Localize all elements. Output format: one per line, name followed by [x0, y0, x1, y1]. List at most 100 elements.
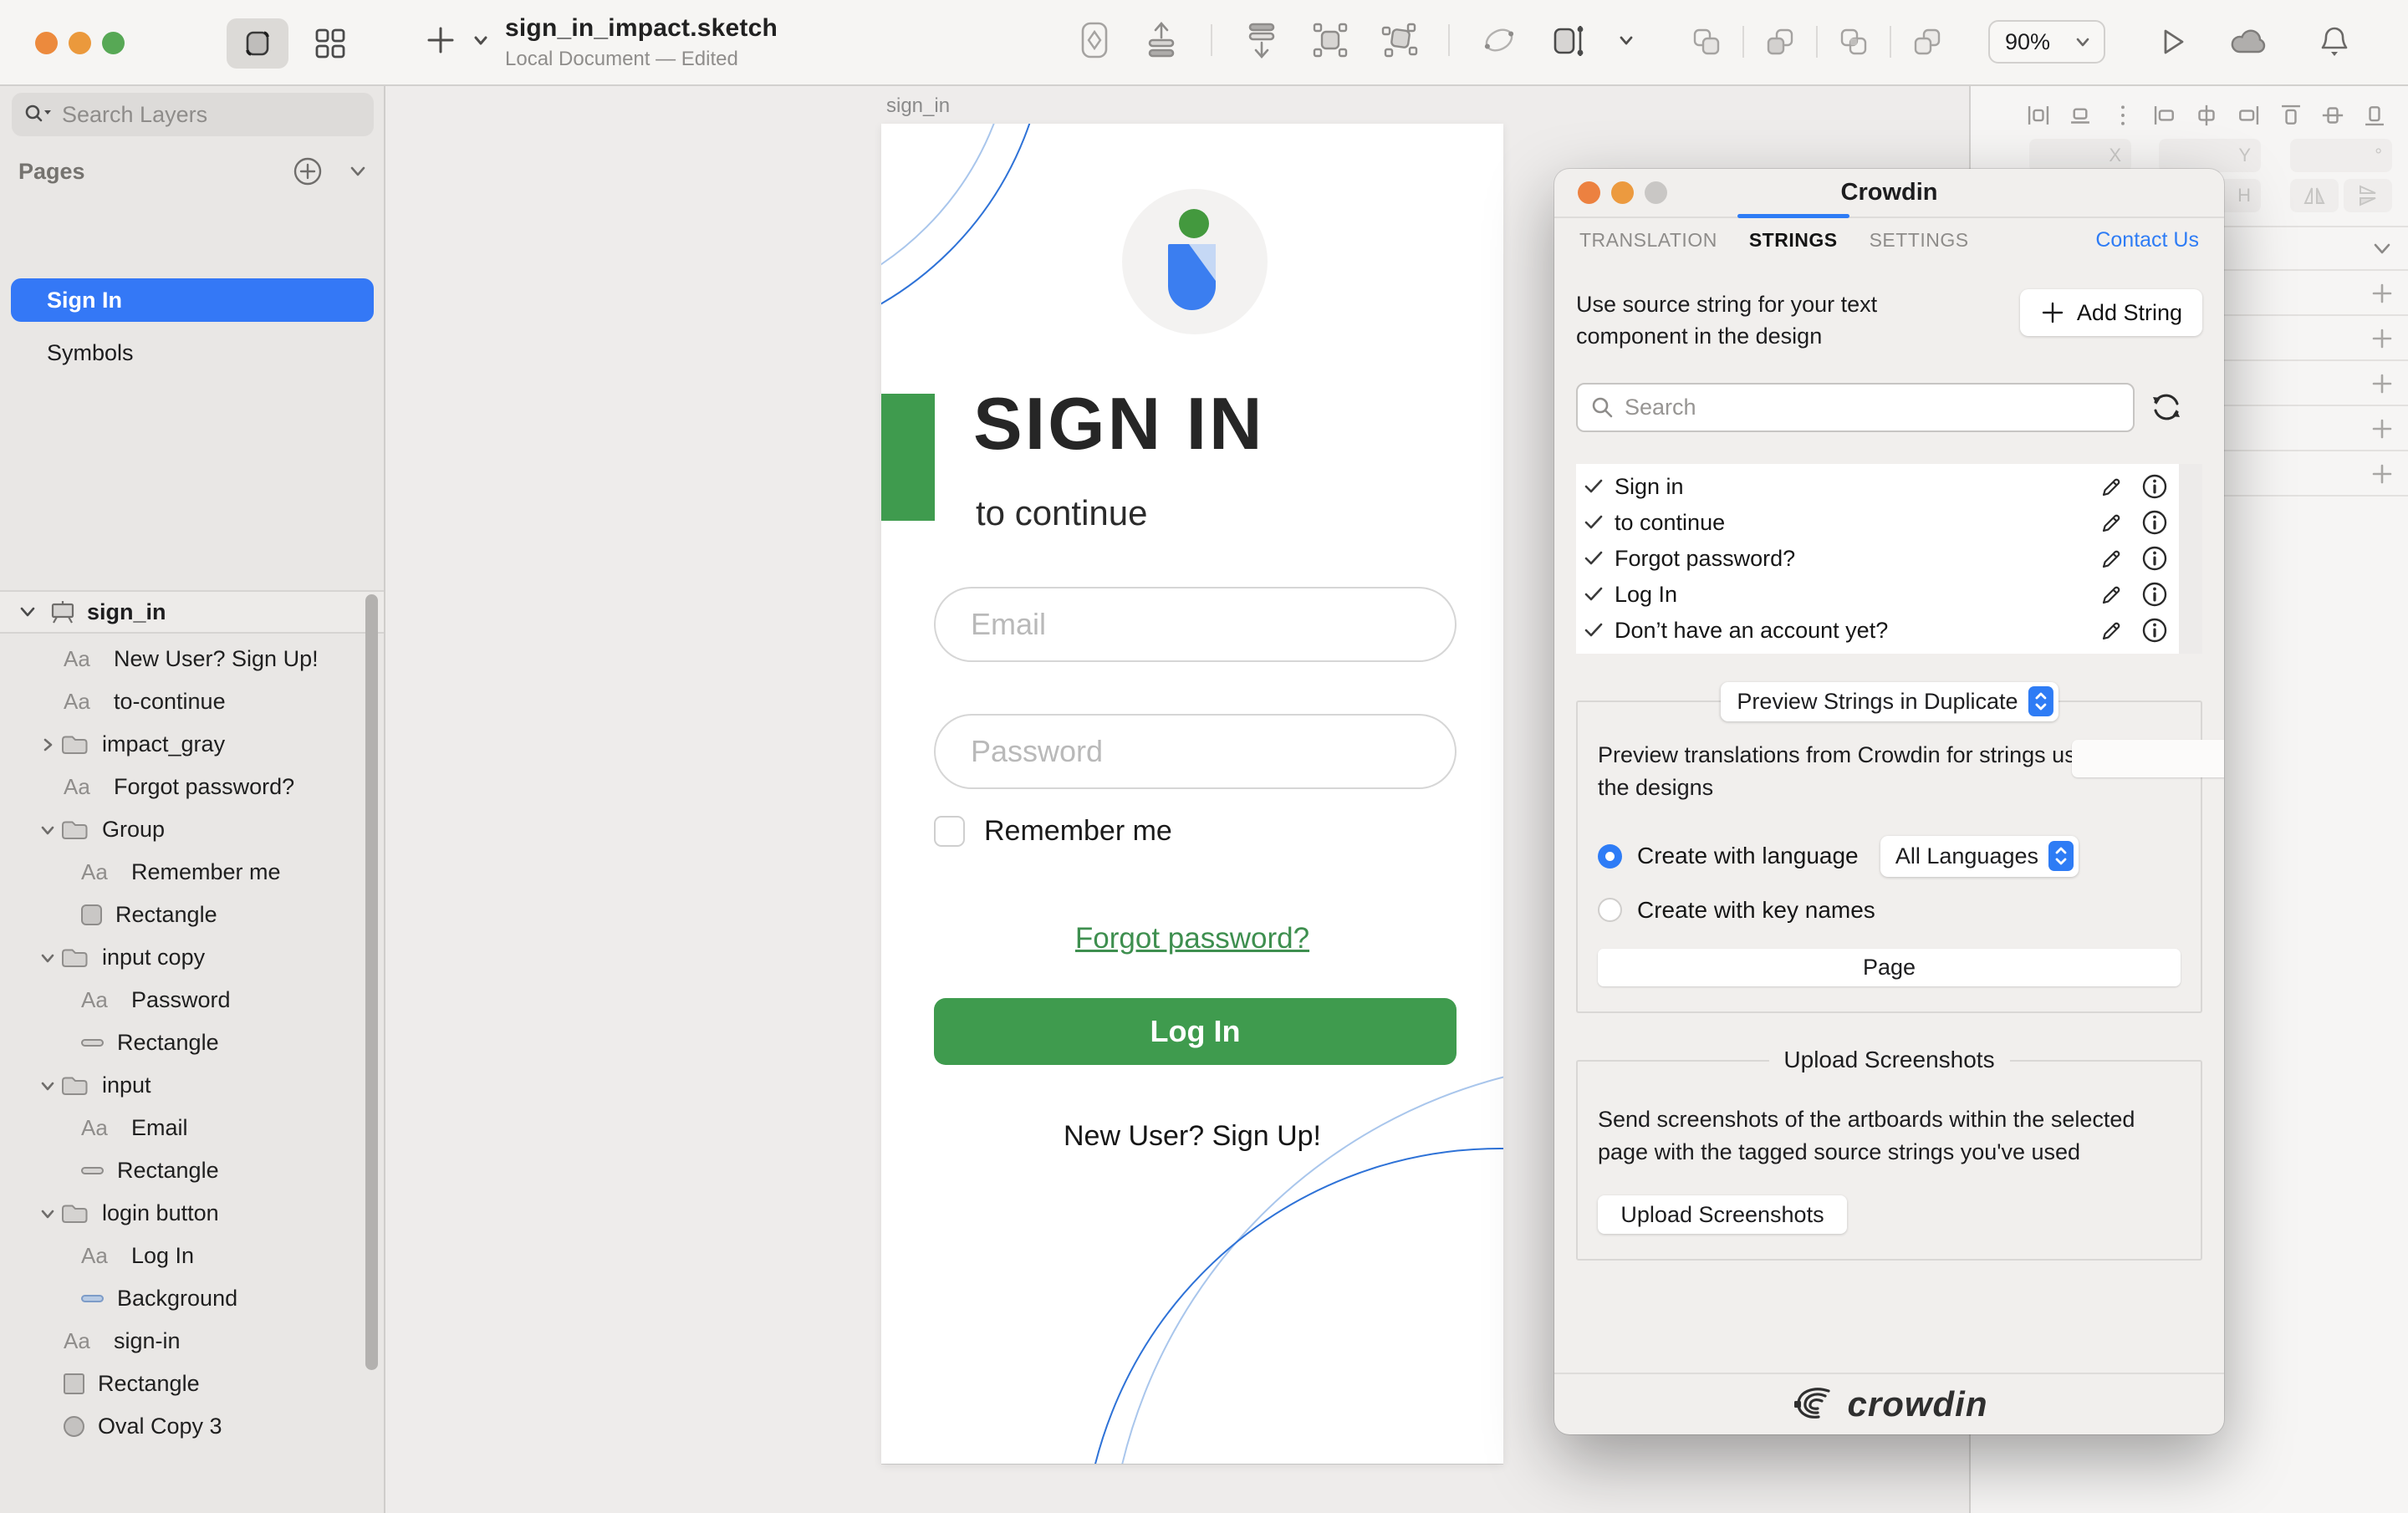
string-row[interactable]: Sign in	[1576, 469, 2202, 505]
flip-horizontal-button[interactable]	[2290, 179, 2339, 212]
ungroup-button[interactable]	[1380, 21, 1418, 59]
sign-up-text[interactable]: New User? Sign Up!	[881, 1120, 1503, 1153]
insert-button[interactable]	[422, 22, 459, 59]
minimize-window-button[interactable]	[1611, 181, 1634, 204]
string-info-button[interactable]	[2140, 616, 2169, 644]
more-options-button[interactable]	[2109, 101, 2137, 130]
preview-play-button[interactable]	[2155, 25, 2189, 59]
string-info-button[interactable]	[2140, 544, 2169, 573]
resize-constraints-button[interactable]	[1548, 21, 1587, 59]
bring-forward-button[interactable]	[1142, 21, 1181, 59]
edit-pencil-icon[interactable]	[2099, 473, 2125, 500]
align-top-button[interactable]	[2277, 101, 2305, 130]
cloud-sync-button[interactable]	[2229, 25, 2271, 59]
layer-row[interactable]: Rectangle	[0, 894, 384, 936]
artboard-title[interactable]: sign_in	[886, 94, 950, 118]
page-item-symbols[interactable]: Symbols	[11, 331, 374, 374]
edit-pencil-icon[interactable]	[2099, 545, 2125, 572]
chevron-down-icon[interactable]	[35, 948, 60, 968]
language-popup[interactable]: All Languages	[1880, 836, 2079, 877]
transform-button[interactable]	[1480, 21, 1518, 59]
string-info-button[interactable]	[2140, 508, 2169, 537]
info-icon[interactable]	[2140, 616, 2169, 644]
layer-row[interactable]: AaRemember me	[0, 851, 384, 894]
x-position-field[interactable]: X	[2029, 139, 2131, 172]
add-style-button[interactable]	[2368, 324, 2396, 353]
chevron-down-icon[interactable]	[35, 1076, 60, 1096]
collapse-section-button[interactable]	[2368, 235, 2396, 263]
artboard[interactable]: SIGN IN to continue Email Password Remem…	[881, 124, 1503, 1464]
log-in-button[interactable]: Log In	[934, 998, 1457, 1065]
layer-row[interactable]: Group	[0, 808, 384, 851]
add-style-button[interactable]	[2368, 279, 2396, 308]
close-window-button[interactable]	[35, 32, 58, 54]
layer-row[interactable]: AaPassword	[0, 979, 384, 1021]
tab-strings[interactable]: STRINGS	[1749, 229, 1838, 252]
info-icon[interactable]	[2140, 544, 2169, 573]
edit-pencil-icon[interactable]	[2099, 509, 2125, 536]
edit-string-button[interactable]	[2099, 617, 2125, 644]
tab-translation[interactable]: TRANSLATION	[1579, 229, 1717, 252]
string-info-button[interactable]	[2140, 472, 2169, 501]
chevron-down-icon[interactable]	[35, 1204, 60, 1224]
canvas-view-toggle[interactable]	[227, 18, 288, 69]
layer-row[interactable]: Background	[0, 1277, 384, 1320]
add-style-button[interactable]	[2368, 460, 2396, 488]
layer-row[interactable]: Rectangle	[0, 1363, 384, 1405]
contact-us-link[interactable]: Contact Us	[2095, 228, 2199, 252]
align-left-button[interactable]	[2150, 101, 2179, 130]
create-with-key-names-radio[interactable]	[1598, 898, 1622, 922]
layer-row[interactable]: Oval Copy 3	[0, 1405, 384, 1448]
layer-row[interactable]: input copy	[0, 936, 384, 979]
search-layers-input[interactable]: Search Layers	[12, 93, 374, 136]
chevron-right-icon[interactable]	[35, 735, 60, 755]
sidebar-scrollbar[interactable]	[365, 594, 378, 1370]
add-page-button[interactable]	[291, 155, 324, 188]
remember-me-checkbox[interactable]	[934, 816, 965, 847]
layer-row[interactable]: impact_gray	[0, 723, 384, 766]
minimize-window-button[interactable]	[69, 32, 91, 54]
rotation-field[interactable]: °	[2290, 139, 2392, 172]
page-item-sign-in[interactable]: Sign In	[11, 278, 374, 322]
notifications-button[interactable]	[2318, 23, 2351, 60]
align-middle-vertical-button[interactable]	[2319, 101, 2347, 130]
boolean-subtract-button[interactable]	[1766, 28, 1794, 56]
string-row[interactable]: Log In	[1576, 577, 2202, 613]
align-bottom-button[interactable]	[2360, 101, 2389, 130]
strings-search-input[interactable]: Search	[1576, 383, 2135, 432]
info-icon[interactable]	[2140, 472, 2169, 501]
resize-menu-chevron[interactable]	[1617, 31, 1635, 49]
edit-pencil-icon[interactable]	[2099, 581, 2125, 608]
y-position-field[interactable]: Y	[2159, 139, 2261, 172]
boolean-difference-button[interactable]	[1913, 28, 1941, 56]
password-field[interactable]: Password	[934, 714, 1457, 789]
string-row[interactable]: to continue	[1576, 505, 2202, 541]
strings-list-scrollbar[interactable]	[2179, 464, 2202, 654]
edit-pencil-icon[interactable]	[2099, 617, 2125, 644]
refresh-strings-button[interactable]	[2148, 389, 2185, 425]
align-right-button[interactable]	[2234, 101, 2263, 130]
edit-string-button[interactable]	[2099, 509, 2125, 536]
info-icon[interactable]	[2140, 580, 2169, 609]
create-symbol-button[interactable]	[1077, 20, 1112, 60]
layer-row[interactable]: Aasign-in	[0, 1320, 384, 1363]
layer-row[interactable]: input	[0, 1064, 384, 1107]
string-info-button[interactable]	[2140, 580, 2169, 609]
distribute-horizontal-button[interactable]	[2024, 101, 2053, 130]
group-button[interactable]	[1311, 21, 1349, 59]
page-button[interactable]: Page	[1598, 949, 2181, 986]
layer-row[interactable]: AaLog In	[0, 1235, 384, 1277]
boolean-union-button[interactable]	[1692, 28, 1721, 56]
tab-settings[interactable]: SETTINGS	[1870, 229, 1969, 252]
chevron-down-icon[interactable]	[35, 820, 60, 840]
string-row[interactable]: Don’t have an account yet?	[1576, 613, 2202, 649]
grid-view-toggle[interactable]	[311, 25, 349, 62]
crowdin-titlebar[interactable]: Crowdin	[1554, 169, 2224, 217]
layer-row[interactable]: Rectangle	[0, 1149, 384, 1192]
layer-row[interactable]: AaEmail	[0, 1107, 384, 1149]
edit-string-button[interactable]	[2099, 473, 2125, 500]
edit-string-button[interactable]	[2099, 581, 2125, 608]
boolean-intersect-button[interactable]	[1839, 28, 1868, 56]
layer-row[interactable]: login button	[0, 1192, 384, 1235]
distribute-vertical-button[interactable]	[2066, 101, 2094, 130]
